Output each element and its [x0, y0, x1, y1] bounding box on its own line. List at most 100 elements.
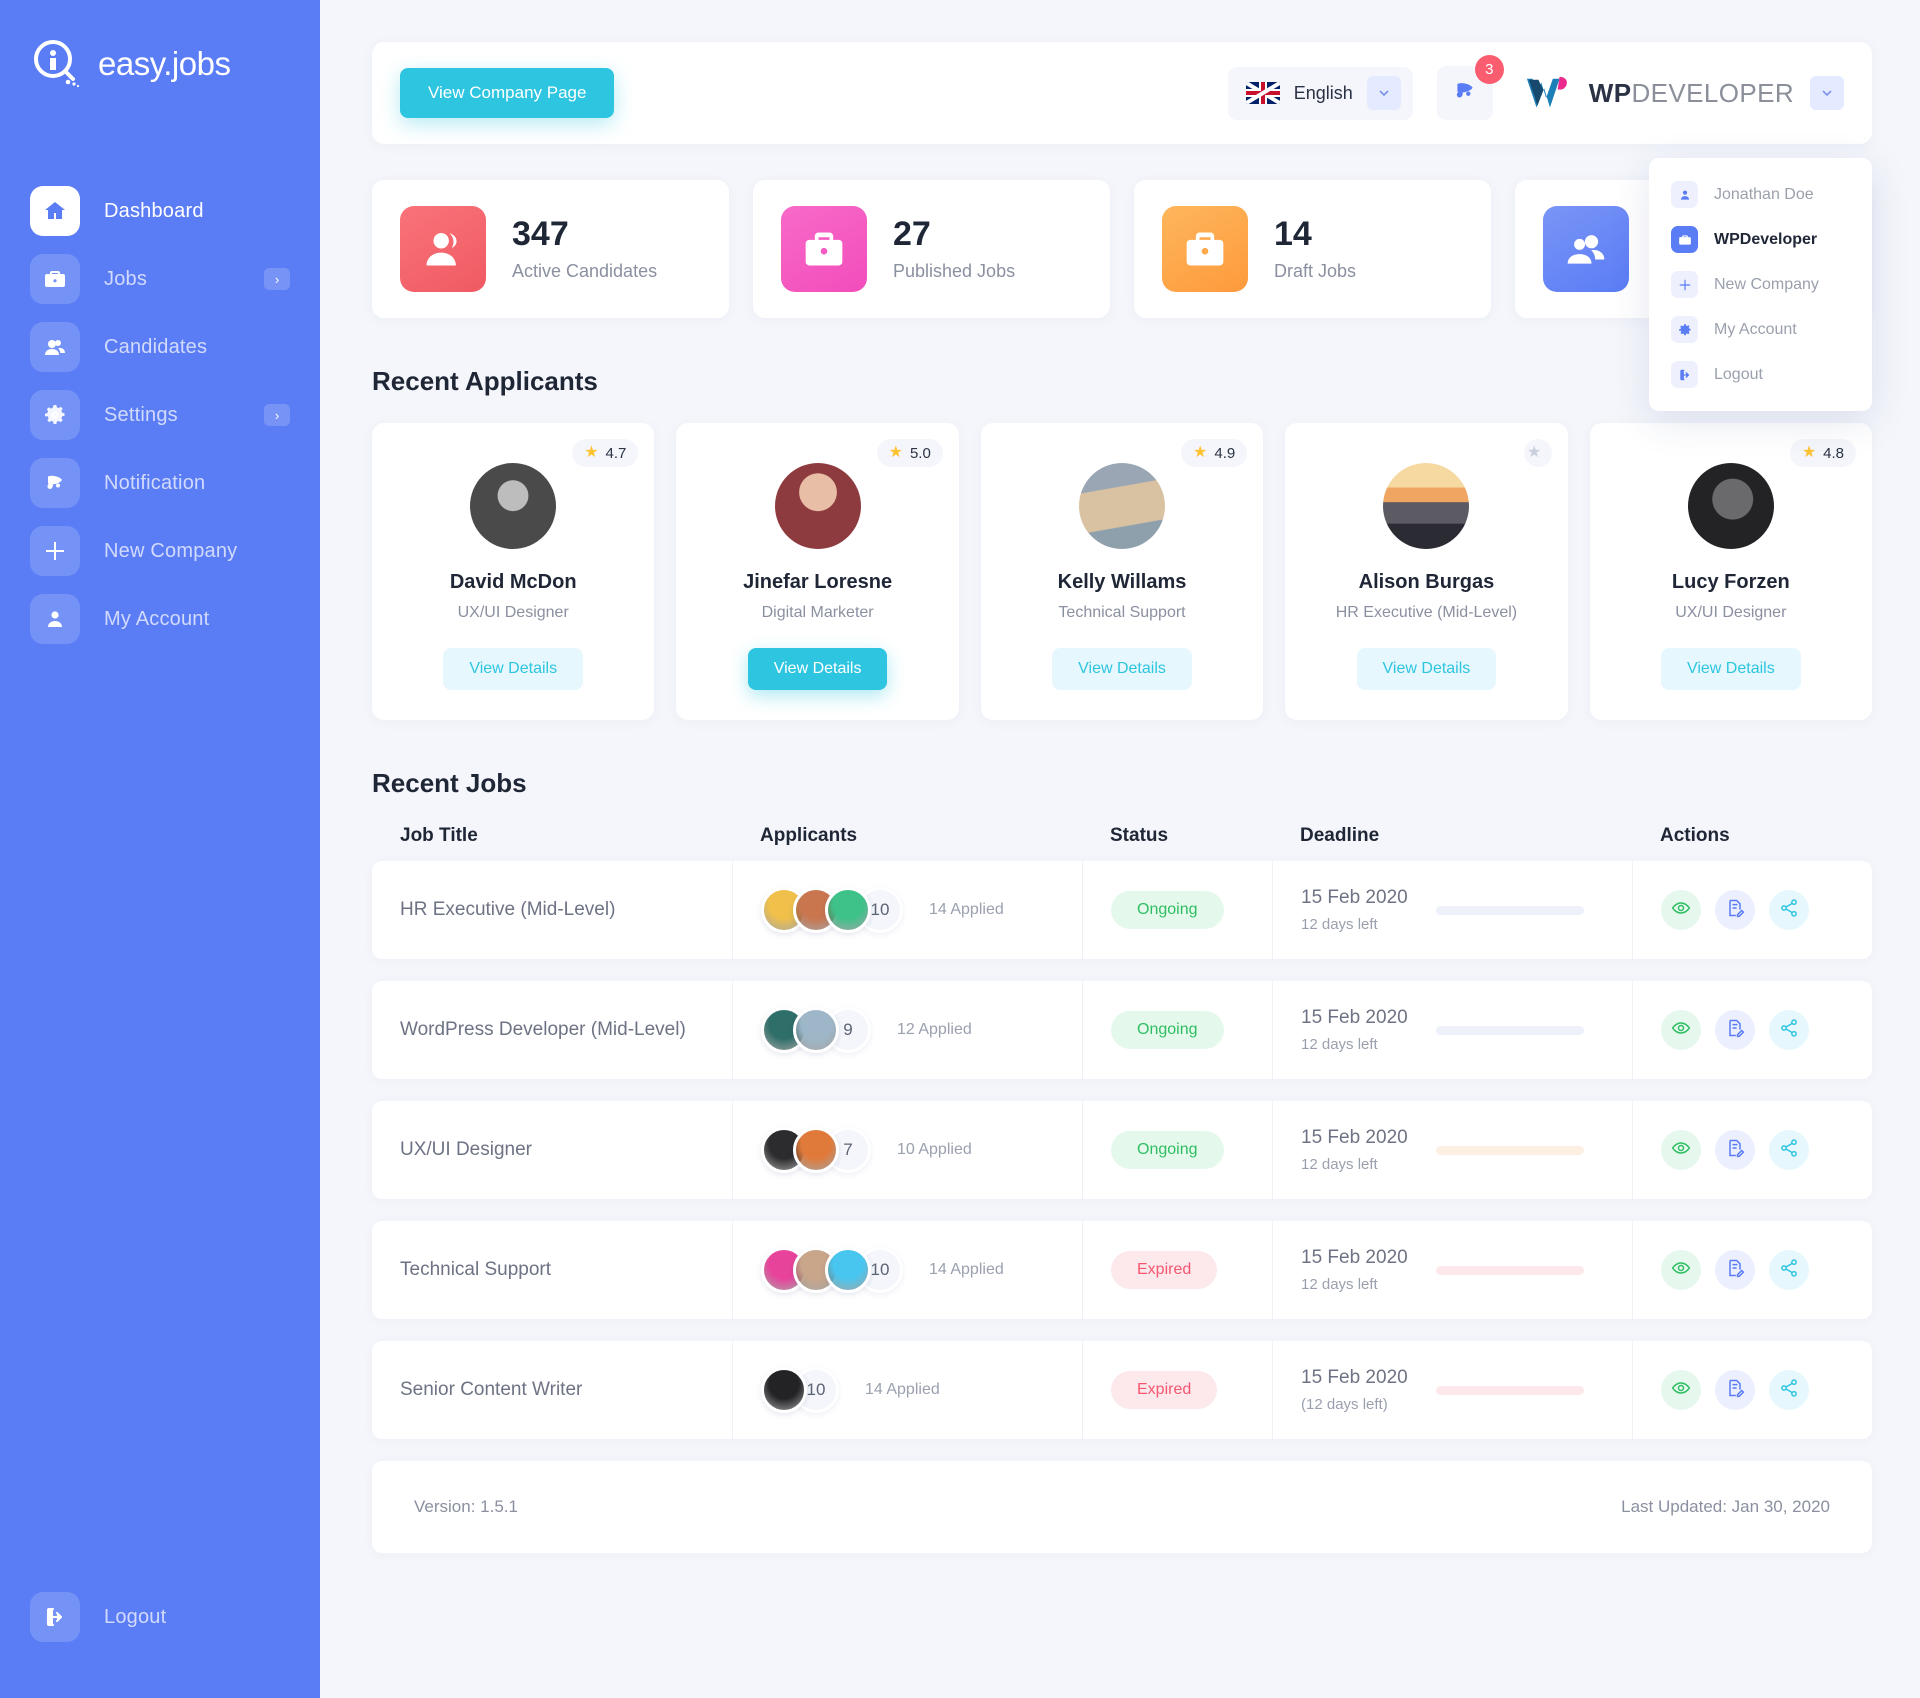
- person-icon: [30, 594, 80, 644]
- deadline-date: 15 Feb 2020: [1301, 1127, 1408, 1148]
- deadline-days-left: (12 days left): [1301, 1396, 1388, 1413]
- applied-count: 12 Applied: [897, 1021, 972, 1038]
- edit-action-button[interactable]: [1715, 1370, 1755, 1410]
- table-row[interactable]: Technical Support 10 14 Applied Expired …: [372, 1221, 1872, 1319]
- edit-action-button[interactable]: [1715, 1010, 1755, 1050]
- sidebar-item-dashboard[interactable]: Dashboard: [0, 182, 320, 240]
- view-action-button[interactable]: [1661, 1250, 1701, 1290]
- share-action-button[interactable]: [1769, 1250, 1809, 1290]
- share-icon: [1779, 1018, 1799, 1043]
- table-row[interactable]: HR Executive (Mid-Level) 10 14 Applied O…: [372, 861, 1872, 959]
- table-body: HR Executive (Mid-Level) 10 14 Applied O…: [372, 861, 1872, 1439]
- sidebar-item-label: New Company: [104, 539, 238, 562]
- job-title-text: UX/UI Designer: [400, 1139, 532, 1160]
- cell-deadline: 15 Feb 2020 12 days left: [1272, 861, 1632, 959]
- sidebar-item-logout[interactable]: Logout: [30, 1592, 290, 1642]
- applicant-card: ★ Alison Burgas HR Executive (Mid-Level)…: [1285, 423, 1568, 720]
- deadline-days-left: 12 days left: [1301, 916, 1378, 933]
- rating-badge: ★ 4.9: [1181, 439, 1248, 467]
- user-add-icon: [400, 206, 486, 292]
- language-selector[interactable]: English: [1227, 66, 1413, 120]
- dropdown-item-label: Logout: [1714, 365, 1763, 383]
- sidebar-item-notification[interactable]: Notification: [0, 454, 320, 512]
- deadline-date: 15 Feb 2020: [1301, 887, 1408, 908]
- rating-badge-empty: ★: [1523, 439, 1552, 467]
- cell-status: Ongoing: [1082, 981, 1272, 1079]
- view-details-button[interactable]: View Details: [1660, 648, 1801, 690]
- share-action-button[interactable]: [1769, 1010, 1809, 1050]
- stat-label: Published Jobs: [893, 261, 1016, 282]
- sidebar-item-jobs[interactable]: Jobs ›: [0, 250, 320, 308]
- table-row[interactable]: WordPress Developer (Mid-Level) 9 12 App…: [372, 981, 1872, 1079]
- users-icon: [30, 322, 80, 372]
- chevron-right-icon[interactable]: ›: [264, 404, 290, 426]
- view-action-button[interactable]: [1661, 1130, 1701, 1170]
- stat-value: 27: [893, 214, 931, 253]
- easyjobs-logo-icon: [30, 38, 82, 90]
- chevron-down-icon[interactable]: [1366, 76, 1401, 110]
- applicant-avatar: [793, 1127, 839, 1173]
- cell-job-title: HR Executive (Mid-Level): [372, 861, 732, 959]
- account-menu-button[interactable]: WPDEVELOPER: [1517, 73, 1844, 113]
- applicant-avatar: [793, 1007, 839, 1053]
- account-dropdown-menu: Jonathan Doe WPDeveloper New Company My …: [1649, 158, 1872, 411]
- stat-text: 27 Published Jobs: [893, 214, 1016, 282]
- view-action-button[interactable]: [1661, 1010, 1701, 1050]
- star-icon: ★: [1193, 444, 1208, 461]
- deadline-text-group: 15 Feb 2020 12 days left: [1301, 887, 1408, 933]
- wpdeveloper-logo-icon: [1525, 73, 1573, 113]
- gear-icon: [30, 390, 80, 440]
- avatar: [1383, 463, 1470, 549]
- dropdown-item-wpdeveloper[interactable]: WPDeveloper: [1649, 217, 1872, 262]
- dropdown-item-label: Jonathan Doe: [1714, 185, 1814, 203]
- sidebar-item-label: My Account: [104, 607, 210, 630]
- recent-applicants-title: Recent Applicants: [372, 366, 598, 396]
- cell-status: Ongoing: [1082, 1101, 1272, 1199]
- sidebar-logout-wrap: Logout: [0, 1592, 320, 1698]
- deadline-progress-bar: [1435, 905, 1584, 915]
- dropdown-item-new-company[interactable]: New Company: [1649, 262, 1872, 307]
- table-row[interactable]: Senior Content Writer 10 14 Applied Expi…: [372, 1341, 1872, 1439]
- view-details-button[interactable]: View Details: [443, 648, 584, 690]
- sidebar-item-candidates[interactable]: Candidates: [0, 318, 320, 376]
- dropdown-item-logout[interactable]: Logout: [1649, 352, 1872, 397]
- cell-deadline: 15 Feb 2020 12 days left: [1272, 1101, 1632, 1199]
- view-details-button[interactable]: View Details: [1356, 648, 1497, 690]
- share-action-button[interactable]: [1769, 890, 1809, 930]
- edit-action-button[interactable]: [1715, 1250, 1755, 1290]
- sidebar-item-new-company[interactable]: New Company: [0, 522, 320, 580]
- cell-job-title: WordPress Developer (Mid-Level): [372, 981, 732, 1079]
- notification-button[interactable]: 3: [1436, 55, 1504, 120]
- rating-badge: ★ 4.8: [1789, 439, 1857, 467]
- share-action-button[interactable]: [1769, 1130, 1809, 1170]
- view-details-button[interactable]: View Details: [1052, 648, 1192, 690]
- cell-actions: [1632, 1341, 1872, 1439]
- dropdown-item-jonathan-doe[interactable]: Jonathan Doe: [1649, 172, 1872, 217]
- avatar: [774, 463, 861, 549]
- sidebar-item-settings[interactable]: Settings ›: [0, 386, 320, 444]
- dropdown-item-my-account[interactable]: My Account: [1649, 307, 1872, 352]
- edit-action-button[interactable]: [1715, 1130, 1755, 1170]
- applicant-avatar: [761, 1367, 807, 1413]
- view-company-page-button[interactable]: View Company Page: [400, 68, 615, 118]
- rating-value: 4.9: [1214, 444, 1236, 462]
- edit-icon: [1725, 1378, 1745, 1403]
- chevron-down-icon[interactable]: [1810, 76, 1844, 110]
- view-action-button[interactable]: [1661, 1370, 1701, 1410]
- table-row[interactable]: UX/UI Designer 7 10 Applied Ongoing 15 F…: [372, 1101, 1872, 1199]
- view-action-button[interactable]: [1661, 890, 1701, 930]
- column-header-deadline: Deadline: [1300, 825, 1380, 846]
- chevron-right-icon[interactable]: ›: [264, 268, 290, 290]
- column-header-status: Status: [1110, 825, 1169, 846]
- star-icon: ★: [1801, 444, 1817, 461]
- users-icon: [1543, 206, 1629, 292]
- edit-action-button[interactable]: [1715, 890, 1755, 930]
- deadline-progress-bar: [1435, 1385, 1584, 1395]
- deadline-days-left: 12 days left: [1301, 1276, 1378, 1293]
- applicant-role: Technical Support: [1058, 604, 1186, 621]
- view-details-button[interactable]: View Details: [747, 648, 888, 690]
- view-icon: [1671, 898, 1691, 923]
- sidebar-item-my-account[interactable]: My Account: [0, 590, 320, 648]
- share-action-button[interactable]: [1769, 1370, 1809, 1410]
- cell-status: Expired: [1082, 1341, 1272, 1439]
